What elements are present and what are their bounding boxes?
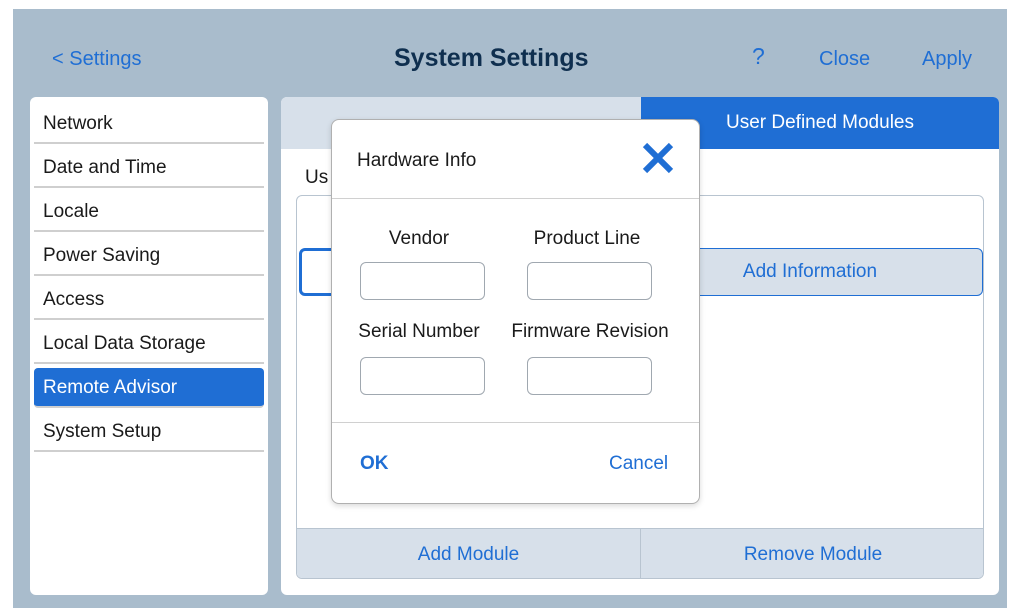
sidebar-item-remote-advisor[interactable]: Remote Advisor xyxy=(34,368,264,408)
dialog-title: Hardware Info xyxy=(357,150,477,171)
firmware-revision-input[interactable] xyxy=(527,357,652,395)
serial-number-label: Serial Number xyxy=(358,321,480,342)
ok-button[interactable]: OK xyxy=(360,453,389,475)
serial-number-input[interactable] xyxy=(360,357,485,395)
sidebar-item-network[interactable]: Network xyxy=(34,104,264,144)
section-label: Us xyxy=(305,167,329,188)
back-to-settings-link[interactable]: < Settings xyxy=(52,48,142,71)
sidebar-item-date-and-time[interactable]: Date and Time xyxy=(34,148,264,188)
vendor-label: Vendor xyxy=(388,228,450,249)
remove-module-button[interactable]: Remove Module xyxy=(641,529,983,578)
product-line-label: Product Line xyxy=(533,228,641,249)
add-module-button[interactable]: Add Module xyxy=(297,529,641,578)
divider xyxy=(332,198,699,199)
sidebar-item-power-saving[interactable]: Power Saving xyxy=(34,236,264,276)
page-title: System Settings xyxy=(394,44,589,72)
settings-sidebar: Network Date and Time Locale Power Savin… xyxy=(30,97,268,595)
close-x-icon[interactable] xyxy=(640,140,676,176)
sidebar-item-locale[interactable]: Locale xyxy=(34,192,264,232)
apply-button[interactable]: Apply xyxy=(922,48,972,71)
close-button[interactable]: Close xyxy=(819,48,870,71)
cancel-button[interactable]: Cancel xyxy=(609,453,668,475)
hardware-info-dialog: Hardware Info Vendor Product Line Serial… xyxy=(331,119,700,504)
product-line-input[interactable] xyxy=(527,262,652,300)
sidebar-item-local-data-storage[interactable]: Local Data Storage xyxy=(34,324,264,364)
sidebar-item-system-setup[interactable]: System Setup xyxy=(34,412,264,452)
help-button[interactable]: ? xyxy=(752,43,765,70)
vendor-input[interactable] xyxy=(360,262,485,300)
sidebar-item-access[interactable]: Access xyxy=(34,280,264,320)
firmware-revision-label: Firmware Revision xyxy=(511,321,669,342)
divider xyxy=(332,422,699,423)
